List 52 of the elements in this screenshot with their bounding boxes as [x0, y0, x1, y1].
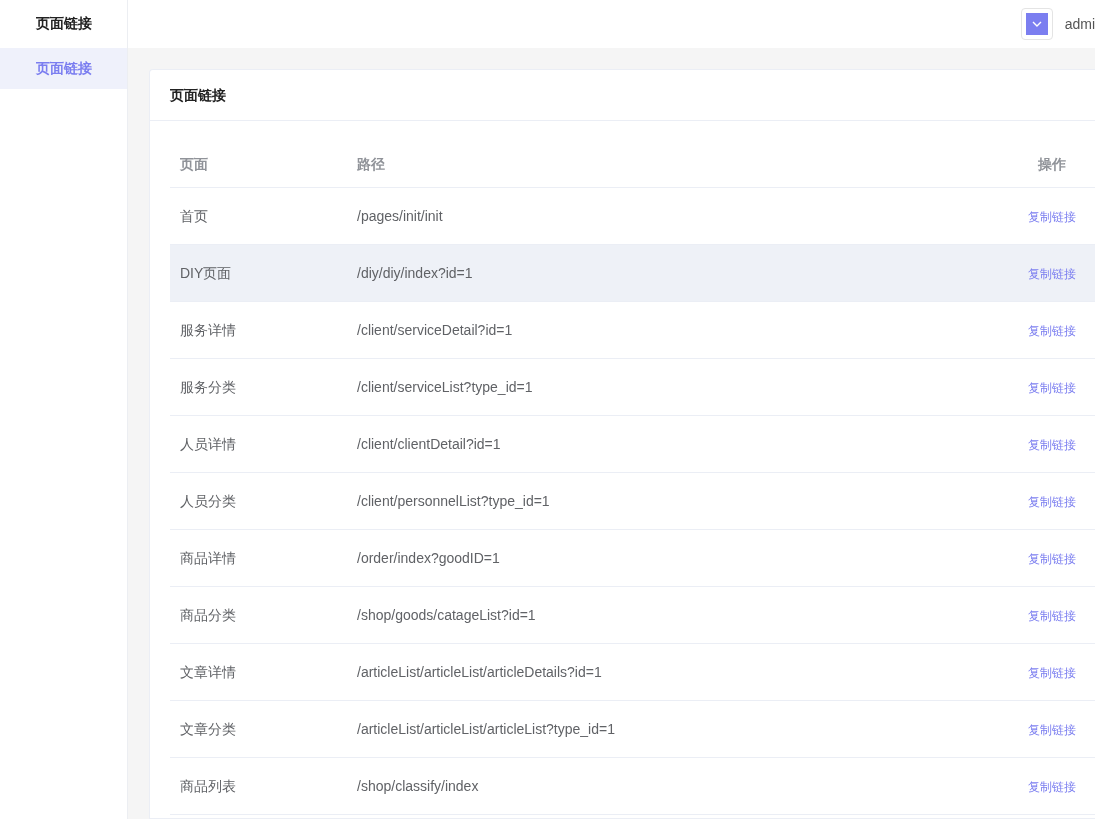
page-path: /client/personnelList?type_id=1 — [357, 492, 550, 509]
username[interactable]: admi — [1064, 13, 1095, 35]
table-row[interactable]: 商品列表 /shop/classify/index 复制链接 — [170, 758, 1095, 815]
copy-link[interactable]: 复制链接 — [1028, 779, 1076, 794]
user-menu-button[interactable] — [1020, 8, 1053, 40]
table-row[interactable]: 服务详情 /client/serviceDetail?id=1 复制链接 — [170, 302, 1095, 359]
copy-link[interactable]: 复制链接 — [1028, 437, 1076, 452]
column-header: 页面 — [180, 155, 208, 172]
sidebar-title: 页面链接 — [34, 14, 93, 33]
table-row[interactable]: 人员分类 /client/personnelList?type_id=1 复制链接 — [170, 473, 1095, 530]
column-header: 操作 — [1038, 155, 1066, 172]
copy-link[interactable]: 复制链接 — [1028, 722, 1076, 737]
page-name: 商品列表 — [180, 777, 236, 794]
table-row[interactable]: DIY页面 /diy/diy/index?id=1 复制链接 — [170, 245, 1095, 302]
page-path: /client/clientDetail?id=1 — [357, 435, 501, 452]
copy-link[interactable]: 复制链接 — [1028, 608, 1076, 623]
page-name: 服务详情 — [180, 321, 236, 338]
copy-link[interactable]: 复制链接 — [1028, 494, 1076, 509]
page-path: /client/serviceDetail?id=1 — [357, 321, 513, 338]
page-path: /shop/classify/index — [357, 777, 479, 794]
page-path: /client/serviceList?type_id=1 — [357, 378, 533, 395]
page-path: /articleList/articleList/articleDetails?id=1 — [357, 663, 602, 680]
page-name: 人员分类 — [180, 492, 236, 509]
page-path: /shop/goods/catageList?id=1 — [357, 606, 536, 623]
copy-link[interactable]: 复制链接 — [1028, 380, 1076, 395]
copy-link[interactable]: 复制链接 — [1028, 209, 1076, 224]
table-row[interactable]: 商品分类 /shop/goods/catageList?id=1 复制链接 — [170, 587, 1095, 644]
chevron-down-icon — [1031, 21, 1042, 27]
table-row[interactable]: 人员详情 /client/clientDetail?id=1 复制链接 — [170, 416, 1095, 473]
copy-link[interactable]: 复制链接 — [1028, 551, 1076, 566]
table-row[interactable]: 服务分类 /client/serviceList?type_id=1 复制链接 — [170, 359, 1095, 416]
table-row[interactable]: 文章详情 /articleList/articleList/articleDetails?id=1 复制链接 — [170, 644, 1095, 701]
page-name: 服务分类 — [180, 378, 236, 395]
page-name: 商品分类 — [180, 606, 236, 623]
page-name: 首页 — [180, 207, 208, 224]
page-path: /pages/init/init — [357, 207, 443, 224]
page-name: 人员详情 — [180, 435, 236, 452]
copy-link[interactable]: 复制链接 — [1028, 266, 1076, 281]
column-header: 路径 — [357, 155, 385, 172]
table-row[interactable]: 文章分类 /articleList/articleList/articleList?type_id=1 复制链接 — [170, 701, 1095, 758]
page-path: /articleList/articleList/articleList?type_id=1 — [357, 720, 615, 737]
page-path: /diy/diy/index?id=1 — [357, 264, 473, 281]
page-name: 文章详情 — [180, 663, 236, 680]
page-name: 商品详情 — [180, 549, 236, 566]
table-row[interactable]: 商品详情 /order/index?goodID=1 复制链接 — [170, 530, 1095, 587]
page-path: /order/index?goodID=1 — [357, 549, 500, 566]
page-name: DIY页面 — [180, 264, 232, 281]
sidebar-item[interactable]: 页面链接 — [0, 48, 127, 89]
page-name: 文章分类 — [180, 720, 236, 737]
copy-link[interactable]: 复制链接 — [1028, 665, 1076, 680]
copy-link[interactable]: 复制链接 — [1028, 323, 1076, 338]
card-title: 页面链接 — [150, 70, 1095, 121]
